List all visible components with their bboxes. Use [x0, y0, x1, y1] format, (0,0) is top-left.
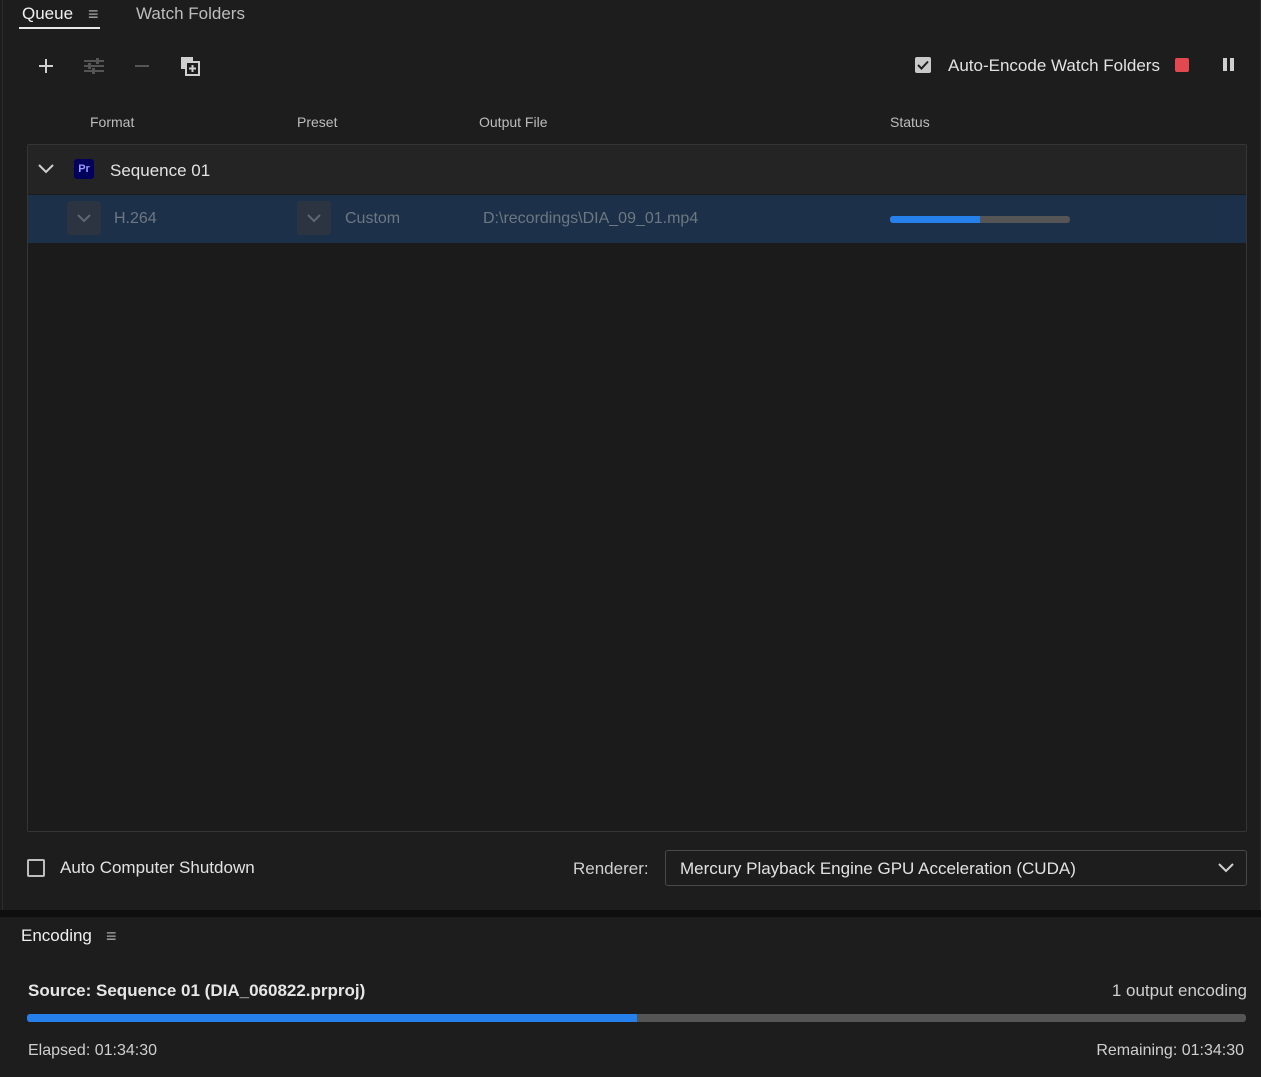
output-file-path[interactable]: D:\recordings\DIA_09_01.mp4: [483, 210, 698, 228]
column-header-status[interactable]: Status: [890, 114, 930, 130]
remove-button[interactable]: [128, 52, 156, 80]
sequence-name: Sequence 01: [110, 161, 211, 180]
encoding-source: Source: Sequence 01 (DIA_060822.prproj): [28, 981, 366, 1000]
item-progress-fill: [890, 216, 980, 223]
settings-sliders-icon: [84, 58, 104, 74]
remaining-time: Remaining: 01:34:30: [1096, 1042, 1244, 1059]
preset-value[interactable]: Custom: [345, 210, 400, 228]
pause-icon: [1223, 58, 1234, 71]
tab-watch-folders[interactable]: Watch Folders: [136, 4, 245, 24]
auto-encode-checkbox[interactable]: [915, 57, 931, 73]
renderer-value: Mercury Playback Engine GPU Acceleration…: [680, 859, 1076, 878]
queue-list: Pr Sequence 01 H.264 Custom D:\recording…: [27, 144, 1247, 832]
encoding-panel: Encoding ≡ Source: Sequence 01 (DIA_0608…: [2, 917, 1259, 1077]
duplicate-button[interactable]: [176, 52, 204, 80]
format-value[interactable]: H.264: [114, 210, 157, 228]
duplicate-icon: [181, 57, 200, 76]
minus-icon: [135, 65, 149, 67]
premiere-pro-icon: Pr: [74, 159, 94, 179]
queue-item-row[interactable]: H.264 Custom D:\recordings\DIA_09_01.mp4: [28, 195, 1246, 243]
column-header-output-file[interactable]: Output File: [479, 114, 547, 130]
panel-divider[interactable]: [0, 910, 1261, 917]
chevron-down-icon: [77, 213, 91, 222]
encoding-progress-fill: [27, 1014, 637, 1022]
chevron-down-icon: [1218, 863, 1234, 873]
preset-dropdown[interactable]: [297, 201, 331, 235]
tab-queue[interactable]: Queue: [22, 4, 73, 24]
encoding-panel-menu-icon[interactable]: ≡: [106, 927, 117, 945]
queue-settings-button[interactable]: [80, 52, 108, 80]
stop-queue-button[interactable]: [1175, 58, 1189, 72]
encoding-panel-title[interactable]: Encoding: [21, 926, 92, 946]
auto-shutdown-checkbox[interactable]: [27, 859, 45, 877]
format-dropdown[interactable]: [67, 201, 101, 235]
auto-shutdown-label: Auto Computer Shutdown: [60, 858, 255, 877]
active-tab-underline: [19, 27, 100, 29]
plus-icon: [39, 59, 53, 73]
checkmark-icon: [917, 60, 929, 70]
add-source-button[interactable]: [32, 52, 60, 80]
renderer-dropdown[interactable]: Mercury Playback Engine GPU Acceleration…: [665, 850, 1247, 886]
chevron-down-icon[interactable]: [37, 163, 55, 175]
renderer-label: Renderer:: [573, 859, 649, 878]
queue-group-row[interactable]: Pr Sequence 01: [28, 145, 1246, 194]
chevron-down-icon: [307, 213, 321, 222]
pause-queue-button[interactable]: [1222, 57, 1236, 78]
queue-panel-menu-icon[interactable]: ≡: [88, 5, 99, 23]
encoding-progress-bar: [27, 1014, 1246, 1022]
column-header-format[interactable]: Format: [90, 114, 134, 130]
output-encoding-count: 1 output encoding: [1111, 981, 1247, 1000]
auto-encode-label: Auto-Encode Watch Folders: [948, 56, 1160, 75]
column-header-preset[interactable]: Preset: [297, 114, 337, 130]
elapsed-time: Elapsed: 01:34:30: [28, 1042, 157, 1059]
item-progress-bar: [890, 216, 1070, 223]
